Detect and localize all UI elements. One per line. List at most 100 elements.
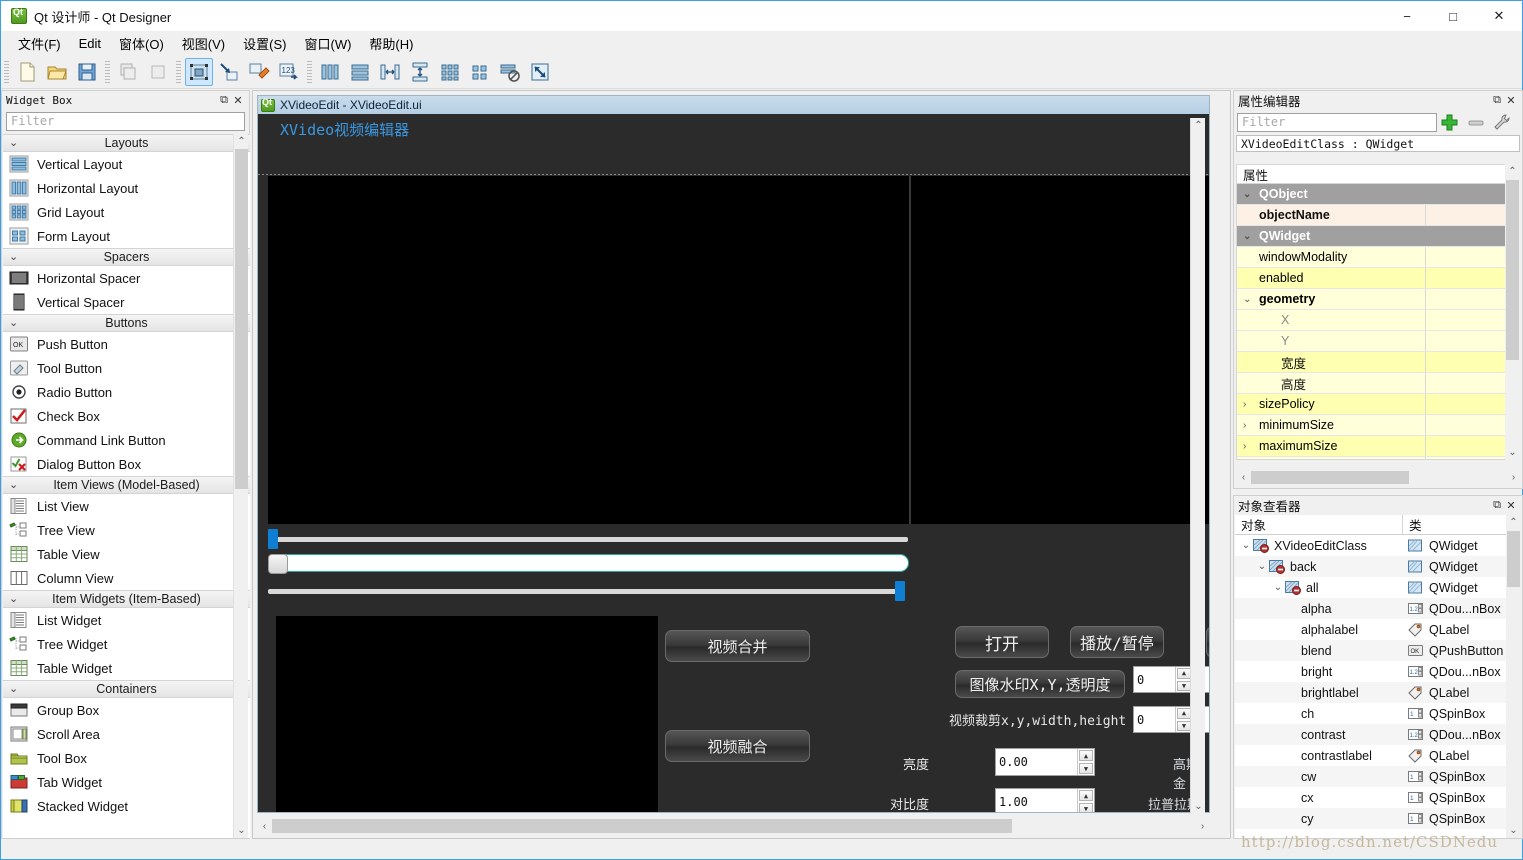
extra-button[interactable] bbox=[1206, 626, 1209, 658]
property-value-cell[interactable] bbox=[1425, 373, 1505, 393]
layout-break-button[interactable] bbox=[496, 58, 524, 86]
object-tree-row[interactable]: ⌄ back QWidget bbox=[1235, 556, 1507, 577]
chevron-right-icon[interactable]: › bbox=[1243, 420, 1259, 431]
configure-icon[interactable] bbox=[1489, 112, 1515, 133]
object-tree-row[interactable]: ch 1 QSpinBox bbox=[1235, 703, 1507, 724]
property-row-enabled[interactable]: enabled bbox=[1237, 268, 1505, 289]
property-row--[interactable]: 高度 bbox=[1237, 373, 1505, 394]
property-value-cell[interactable] bbox=[1425, 184, 1505, 204]
chevron-down-icon[interactable]: ⌄ bbox=[1255, 561, 1269, 572]
toolbar-grip-3[interactable] bbox=[176, 60, 181, 83]
property-value-cell[interactable] bbox=[1425, 394, 1505, 414]
form-scroll-left-icon[interactable]: ‹ bbox=[257, 819, 272, 834]
class-column-header[interactable]: 类 bbox=[1402, 515, 1507, 534]
property-value-cell[interactable] bbox=[1425, 247, 1505, 267]
toolbar-grip[interactable] bbox=[4, 60, 9, 83]
widget-box-scroll-thumb[interactable] bbox=[235, 149, 248, 489]
menu-edit[interactable]: Edit bbox=[70, 33, 110, 54]
edit-tab-order-button[interactable]: 123 bbox=[275, 58, 303, 86]
widget-box-group-buttons[interactable]: ⌄ Buttons bbox=[3, 314, 250, 332]
widget-box-item-command-link-button[interactable]: Command Link Button bbox=[3, 428, 250, 452]
object-tree-vscrollbar[interactable]: ⌃ ⌄ bbox=[1506, 515, 1521, 838]
timeline-slider-1-track[interactable] bbox=[272, 537, 908, 542]
widget-box-item-tab-widget[interactable]: Tab Widget bbox=[3, 770, 250, 794]
menu-view[interactable]: 视图(V) bbox=[173, 31, 234, 56]
property-hscroll-thumb[interactable] bbox=[1251, 471, 1409, 484]
widget-box-item-form-layout[interactable]: Form Layout bbox=[3, 224, 250, 248]
menu-settings[interactable]: 设置(S) bbox=[234, 31, 295, 56]
contrast-spin-down-icon[interactable]: ▼ bbox=[1079, 803, 1093, 812]
contrast-spinbox[interactable]: 1.00 ▲ ▼ bbox=[995, 788, 1095, 812]
edit-widgets-button[interactable] bbox=[185, 57, 213, 86]
video-blend-button[interactable]: 视频融合 bbox=[665, 730, 810, 762]
property-row-x[interactable]: X bbox=[1237, 310, 1505, 331]
widget-box-item-table-view[interactable]: Table View bbox=[3, 542, 250, 566]
toolbar-grip-2[interactable] bbox=[105, 60, 110, 83]
menu-window[interactable]: 窗口(W) bbox=[295, 31, 360, 56]
property-value-cell[interactable] bbox=[1425, 415, 1505, 435]
property-row-objectname[interactable]: objectName bbox=[1237, 205, 1505, 226]
property-row-minimumsize[interactable]: › minimumSize bbox=[1237, 415, 1505, 436]
maximize-button[interactable]: □ bbox=[1430, 1, 1476, 31]
video-preview-bottom[interactable] bbox=[276, 616, 658, 812]
property-value-cell[interactable] bbox=[1425, 205, 1505, 225]
widget-box-group-item-views-model-based[interactable]: ⌄ Item Views (Model-Based) bbox=[3, 476, 250, 494]
crop-x-spinbox[interactable]: 0 ▲ ▼ bbox=[1133, 706, 1193, 733]
widget-box-item-horizontal-spacer[interactable]: Horizontal Spacer bbox=[3, 266, 250, 290]
widget-box-item-vertical-layout[interactable]: Vertical Layout bbox=[3, 152, 250, 176]
menu-form[interactable]: 窗体(O) bbox=[110, 31, 173, 56]
object-scroll-down-icon[interactable]: ⌄ bbox=[1506, 823, 1521, 838]
widget-box-group-item-widgets-item-based[interactable]: ⌄ Item Widgets (Item-Based) bbox=[3, 590, 250, 608]
object-tree-row[interactable]: alpha 1.2 QDou...nBox bbox=[1235, 598, 1507, 619]
property-value-cell[interactable] bbox=[1425, 289, 1505, 309]
form-scroll-up-icon[interactable]: ⌃ bbox=[1191, 118, 1206, 133]
widget-box-item-tool-button[interactable]: Tool Button bbox=[3, 356, 250, 380]
brightness-spinbox[interactable]: 0.00 ▲ ▼ bbox=[995, 748, 1095, 776]
video-merge-button[interactable]: 视频合并 bbox=[665, 630, 810, 662]
property-row-maximumsize[interactable]: › maximumSize bbox=[1237, 436, 1505, 457]
object-inspector-close-button[interactable]: ✕ bbox=[1504, 498, 1518, 512]
widget-box-item-list-widget[interactable]: List Widget bbox=[3, 608, 250, 632]
object-scroll-up-icon[interactable]: ⌃ bbox=[1506, 515, 1521, 530]
property-table[interactable]: 属性 ⌄ QObject objectName ⌄ QWidget windowModali… bbox=[1236, 164, 1506, 460]
timeline-slider-2-handle[interactable] bbox=[895, 581, 905, 601]
property-row-sizeincrement[interactable]: ›sizeIncrement bbox=[1237, 457, 1505, 459]
crop-x-spin-down-icon[interactable]: ▼ bbox=[1177, 720, 1191, 731]
widget-box-scroll-down-icon[interactable]: ⌄ bbox=[234, 823, 249, 838]
object-tree-row[interactable]: bright 1.2 QDou...nBox bbox=[1235, 661, 1507, 682]
object-tree-row[interactable]: cy 1 QSpinBox bbox=[1235, 808, 1507, 829]
minimize-button[interactable]: − bbox=[1384, 1, 1430, 31]
property-table-vscrollbar[interactable]: ⌃ ⌄ bbox=[1505, 164, 1520, 460]
object-scroll-thumb[interactable] bbox=[1507, 531, 1520, 587]
crop-x-spin-up-icon[interactable]: ▲ bbox=[1177, 708, 1191, 719]
property-value-cell[interactable] bbox=[1425, 352, 1505, 372]
edit-signals-slots-button[interactable] bbox=[215, 58, 243, 86]
object-inspector-float-button[interactable]: ⧉ bbox=[1490, 498, 1504, 512]
property-row-sizepolicy[interactable]: › sizePolicy bbox=[1237, 394, 1505, 415]
progress-slider-track[interactable] bbox=[272, 554, 909, 572]
layout-grid-button[interactable] bbox=[436, 58, 464, 86]
object-tree-row[interactable]: blend OK QPushButton bbox=[1235, 640, 1507, 661]
menu-file[interactable]: 文件(F) bbox=[9, 31, 70, 56]
layout-splitter-vertical-button[interactable] bbox=[406, 58, 434, 86]
property-value-cell[interactable] bbox=[1425, 226, 1505, 246]
property-filter-input[interactable]: Filter bbox=[1237, 113, 1437, 132]
widget-box-scroll-up-icon[interactable]: ⌃ bbox=[234, 134, 249, 149]
open-file-button[interactable] bbox=[43, 58, 71, 86]
object-tree-row[interactable]: contrastlabel QLabel bbox=[1235, 745, 1507, 766]
brightness-spin-buttons[interactable]: ▲ ▼ bbox=[1077, 749, 1094, 775]
play-pause-button[interactable]: 播放/暂停 bbox=[1070, 626, 1164, 658]
widget-box-item-column-view[interactable]: Column View bbox=[3, 566, 250, 590]
property-row-qobject[interactable]: ⌄ QObject bbox=[1237, 184, 1505, 205]
chevron-right-icon[interactable]: › bbox=[1243, 441, 1259, 452]
widget-box-item-dialog-button-box[interactable]: Dialog Button Box bbox=[3, 452, 250, 476]
menu-help[interactable]: 帮助(H) bbox=[360, 31, 422, 56]
property-row--[interactable]: 宽度 bbox=[1237, 352, 1505, 373]
widget-box-group-spacers[interactable]: ⌄ Spacers bbox=[3, 248, 250, 266]
adjust-size-button[interactable] bbox=[526, 58, 554, 86]
chevron-down-icon[interactable]: ⌄ bbox=[1271, 582, 1285, 593]
progress-slider-handle[interactable] bbox=[268, 554, 288, 574]
widget-box-item-tree-widget[interactable]: Tree Widget bbox=[3, 632, 250, 656]
save-file-button[interactable] bbox=[73, 58, 101, 86]
brightness-spin-up-icon[interactable]: ▲ bbox=[1079, 750, 1093, 761]
